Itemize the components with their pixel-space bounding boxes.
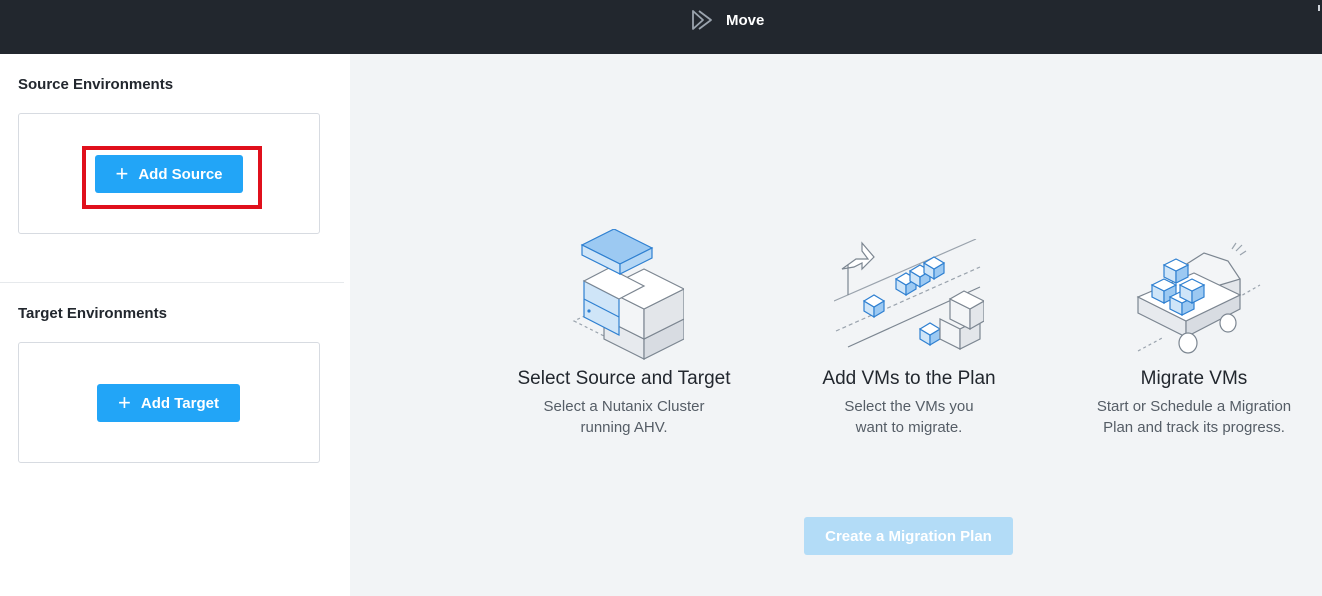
window-corner-mark bbox=[1318, 0, 1322, 11]
step-description: Select a Nutanix Cluster running AHV. bbox=[495, 396, 753, 438]
step-select-source-target: Select Source and Target Select a Nutani… bbox=[495, 229, 753, 438]
step-add-vms: Add VMs to the Plan Select the VMs you w… bbox=[793, 239, 1025, 438]
step-title: Migrate VMs bbox=[1140, 368, 1248, 389]
step-description-line: Plan and track its progress. bbox=[1103, 419, 1285, 436]
step-title: Select Source and Target bbox=[517, 368, 731, 389]
step-description-line: Select a Nutanix Cluster bbox=[543, 398, 705, 415]
top-bar: Move bbox=[0, 0, 1322, 54]
highlight-box bbox=[82, 146, 262, 209]
section-divider bbox=[0, 282, 344, 283]
add-vms-conveyor-illustration bbox=[793, 239, 1025, 364]
step-description-line: Start or Schedule a Migration bbox=[1096, 398, 1292, 415]
step-description: Start or Schedule a Migration Plan and t… bbox=[1083, 396, 1305, 438]
add-target-label: Add Target bbox=[140, 394, 219, 412]
target-environments-title: Target Environments bbox=[18, 305, 167, 322]
step-title: Add VMs to the Plan bbox=[822, 368, 996, 389]
migrate-truck-illustration bbox=[1083, 239, 1305, 364]
move-play-icon bbox=[690, 8, 716, 32]
create-migration-plan-button[interactable]: Create a Migration Plan bbox=[804, 517, 1013, 555]
source-environments-title: Source Environments bbox=[18, 76, 174, 93]
app-name: Move bbox=[726, 11, 765, 29]
main-content: Select Source and Target Select a Nutani… bbox=[350, 54, 1322, 596]
step-description-line: want to migrate. bbox=[855, 419, 963, 436]
plus-icon: + bbox=[118, 390, 131, 415]
step-description-line: running AHV. bbox=[580, 419, 668, 436]
source-target-cluster-illustration bbox=[495, 229, 753, 364]
step-description-line: Select the VMs you bbox=[844, 398, 974, 415]
step-description: Select the VMs you want to migrate. bbox=[793, 396, 1025, 438]
add-target-button[interactable]: + Add Target bbox=[97, 384, 240, 422]
app-brand: Move bbox=[690, 8, 764, 32]
environments-sidebar: Source Environments + Add Source Target … bbox=[0, 54, 350, 596]
step-migrate-vms: Migrate VMs Start or Schedule a Migratio… bbox=[1083, 239, 1305, 438]
